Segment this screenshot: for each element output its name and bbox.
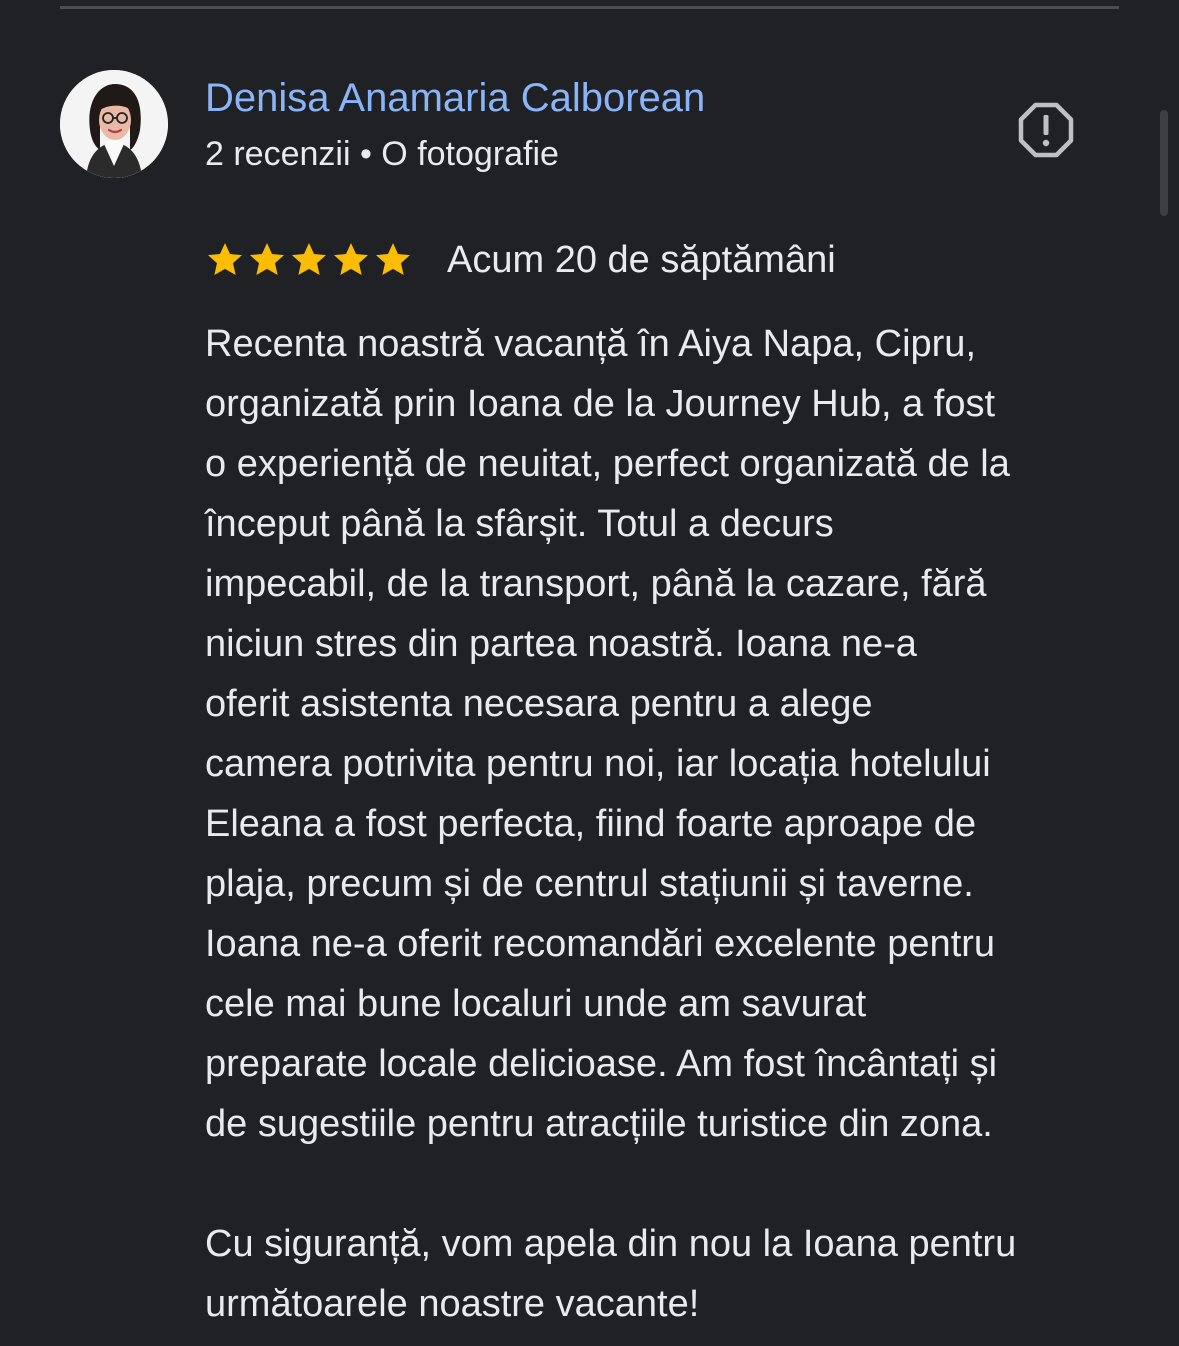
star-rating <box>205 240 413 280</box>
star-icon <box>292 243 326 275</box>
review-text: Recenta noastră vacanță în Aiya Napa, Ci… <box>205 323 1017 1325</box>
star-icon <box>376 243 410 275</box>
avatar-photo <box>60 70 168 178</box>
scrollbar-thumb[interactable] <box>1160 110 1168 216</box>
author-meta: 2 recenzii • O fotografie <box>205 135 559 173</box>
star-icon <box>250 243 284 275</box>
author-name[interactable]: Denisa Anamaria Calborean <box>205 74 705 122</box>
star-icon <box>208 243 242 275</box>
star-icon <box>334 243 368 275</box>
review-date: Acum 20 de săptămâni <box>447 239 836 281</box>
rating-row: Acum 20 de săptămâni <box>205 236 836 284</box>
avatar[interactable] <box>60 70 168 178</box>
report-button[interactable] <box>1016 100 1076 160</box>
report-flag-icon <box>1018 102 1074 158</box>
top-divider <box>60 6 1119 9</box>
